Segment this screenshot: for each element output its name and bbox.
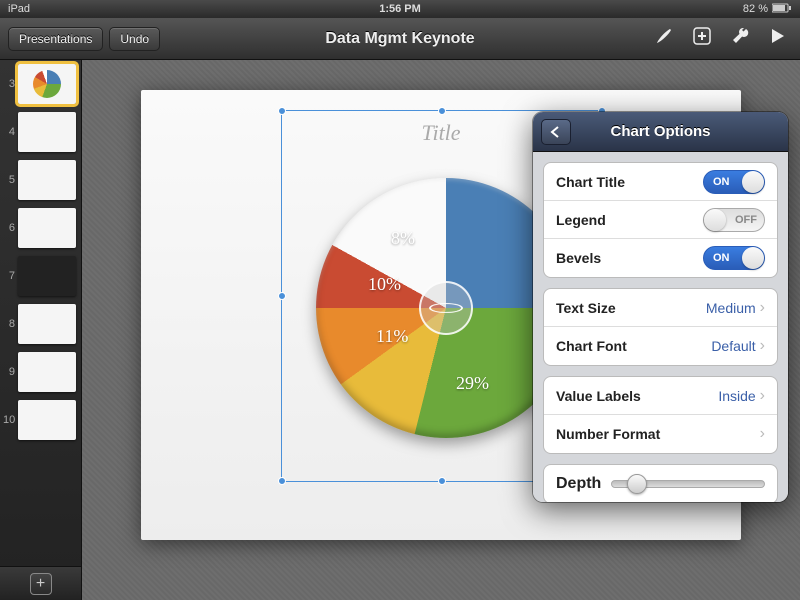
chart-title-row: Chart Title ON bbox=[544, 163, 777, 201]
number-format-row[interactable]: Number Format › bbox=[544, 415, 777, 453]
device-label: iPad bbox=[8, 3, 30, 15]
slice-label: 8% bbox=[391, 228, 415, 249]
depth-row: Depth bbox=[544, 465, 777, 502]
bevels-row: Bevels ON bbox=[544, 239, 777, 277]
slide-thumb[interactable] bbox=[18, 304, 76, 344]
slide-thumb[interactable] bbox=[18, 64, 76, 104]
slice-label: 11% bbox=[376, 326, 408, 347]
resize-handle[interactable] bbox=[438, 477, 446, 485]
legend-toggle[interactable]: OFF bbox=[703, 208, 765, 232]
document-title: Data Mgmt Keynote bbox=[325, 30, 474, 48]
battery-pct: 82 % bbox=[743, 3, 768, 15]
chart-font-row[interactable]: Chart Font Default › bbox=[544, 327, 777, 365]
chart-options-popover: Chart Options Chart Title ON Legend OFF … bbox=[533, 112, 788, 502]
toolbar: Presentations Undo Data Mgmt Keynote bbox=[0, 18, 800, 60]
status-bar: iPad 1:56 PM 82 % bbox=[0, 0, 800, 18]
wrench-icon[interactable] bbox=[730, 26, 750, 51]
chevron-right-icon: › bbox=[760, 299, 765, 317]
slider-thumb[interactable] bbox=[627, 474, 647, 494]
depth-slider[interactable] bbox=[611, 480, 765, 488]
chart-title-toggle[interactable]: ON bbox=[703, 170, 765, 194]
legend-row: Legend OFF bbox=[544, 201, 777, 239]
back-button[interactable] bbox=[541, 119, 571, 145]
resize-handle[interactable] bbox=[278, 292, 286, 300]
add-slide-button[interactable]: + bbox=[30, 573, 52, 595]
brush-icon[interactable] bbox=[654, 26, 674, 51]
slide-thumb[interactable] bbox=[18, 112, 76, 152]
presentations-button[interactable]: Presentations bbox=[8, 27, 103, 51]
battery-icon bbox=[772, 3, 792, 16]
canvas[interactable]: Title 8% 10% 11% 29% bbox=[82, 60, 800, 600]
slide-thumb[interactable] bbox=[18, 256, 76, 296]
add-icon[interactable] bbox=[692, 26, 712, 51]
slice-label: 10% bbox=[368, 274, 401, 295]
resize-handle[interactable] bbox=[278, 107, 286, 115]
undo-button[interactable]: Undo bbox=[109, 27, 160, 51]
chevron-right-icon: › bbox=[760, 425, 765, 443]
slide-sidebar: 3 4 5 6 7 8 9 10 + bbox=[0, 60, 82, 600]
slide-thumb[interactable] bbox=[18, 352, 76, 392]
text-size-row[interactable]: Text Size Medium › bbox=[544, 289, 777, 327]
chevron-right-icon: › bbox=[760, 337, 765, 355]
slide-thumb[interactable] bbox=[18, 208, 76, 248]
value-labels-row[interactable]: Value Labels Inside › bbox=[544, 377, 777, 415]
rotate-control[interactable] bbox=[419, 281, 473, 335]
slice-label: 29% bbox=[456, 373, 489, 394]
popover-title: Chart Options bbox=[611, 123, 711, 140]
resize-handle[interactable] bbox=[278, 477, 286, 485]
play-icon[interactable] bbox=[768, 27, 786, 50]
clock: 1:56 PM bbox=[379, 3, 421, 15]
slide-thumb[interactable] bbox=[18, 400, 76, 440]
chevron-right-icon: › bbox=[760, 387, 765, 405]
bevels-toggle[interactable]: ON bbox=[703, 246, 765, 270]
resize-handle[interactable] bbox=[438, 107, 446, 115]
slide-thumb[interactable] bbox=[18, 160, 76, 200]
